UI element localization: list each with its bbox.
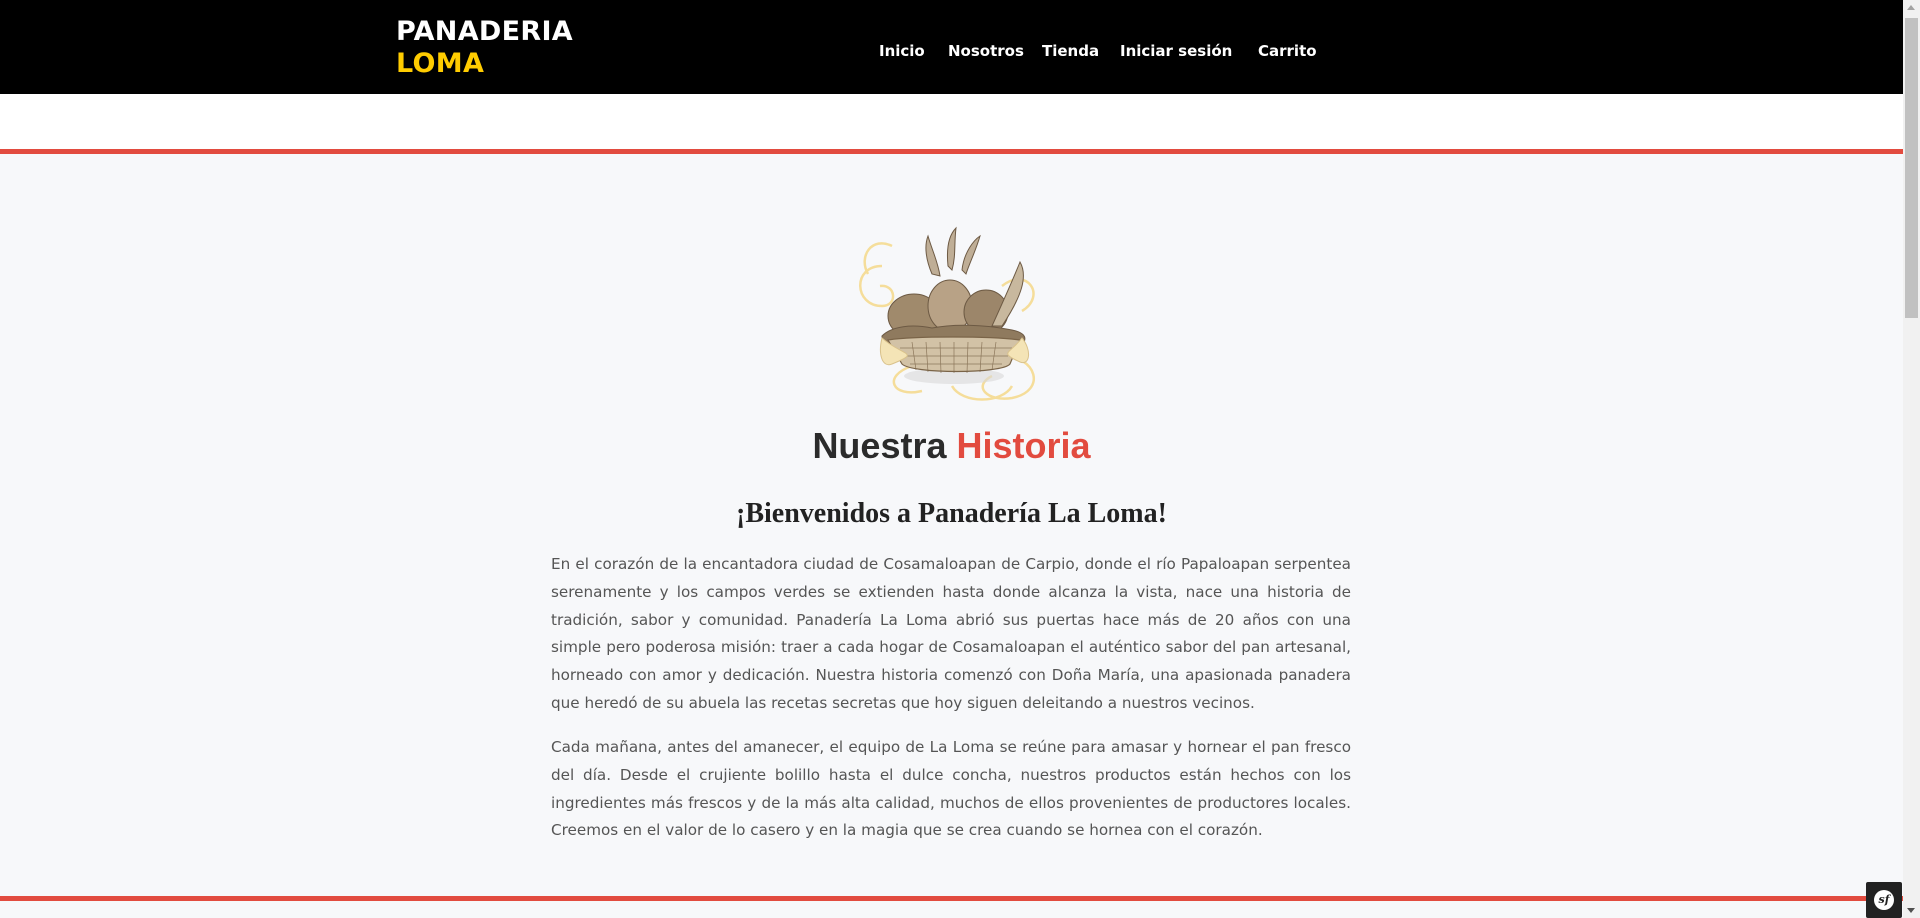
nav-item-iniciar-sesion[interactable]: Iniciar sesión [1120, 42, 1232, 60]
section-divider-bottom [0, 896, 1903, 901]
scroll-up-arrow-icon[interactable] [1907, 5, 1915, 10]
nav-item-carrito[interactable]: Carrito [1258, 42, 1317, 60]
brand-logo[interactable]: PANADERIA LOMA [396, 16, 573, 80]
scroll-down-arrow-icon[interactable] [1907, 908, 1915, 913]
nav-item-tienda[interactable]: Tienda [1042, 42, 1099, 60]
history-paragraph-1: En el corazón de la encantadora ciudad d… [551, 555, 1351, 712]
brand-line-2: LOMA [396, 48, 485, 79]
symfony-debug-toolbar-toggle[interactable]: sf [1866, 882, 1902, 918]
symfony-icon: sf [1874, 890, 1894, 910]
scrollbar-thumb[interactable] [1905, 18, 1918, 318]
navbar: PANADERIA LOMA Inicio Nosotros Tienda In… [0, 0, 1903, 94]
brand-line-1: PANADERIA [396, 16, 573, 47]
history-paragraph-2: Cada mañana, antes del amanecer, el equi… [551, 738, 1351, 840]
bread-basket-illustration [859, 226, 1035, 401]
vertical-scrollbar[interactable] [1903, 0, 1920, 918]
page-title: Nuestra Historia [0, 424, 1903, 468]
header-spacer [0, 94, 1903, 149]
welcome-subtitle: ¡Bienvenidos a Panadería La Loma! [736, 498, 1167, 529]
title-part-2: Historia [956, 425, 1091, 466]
nav-item-nosotros[interactable]: Nosotros [948, 42, 1024, 60]
nav-item-inicio[interactable]: Inicio [879, 42, 925, 60]
title-part-1: Nuestra [812, 425, 947, 466]
